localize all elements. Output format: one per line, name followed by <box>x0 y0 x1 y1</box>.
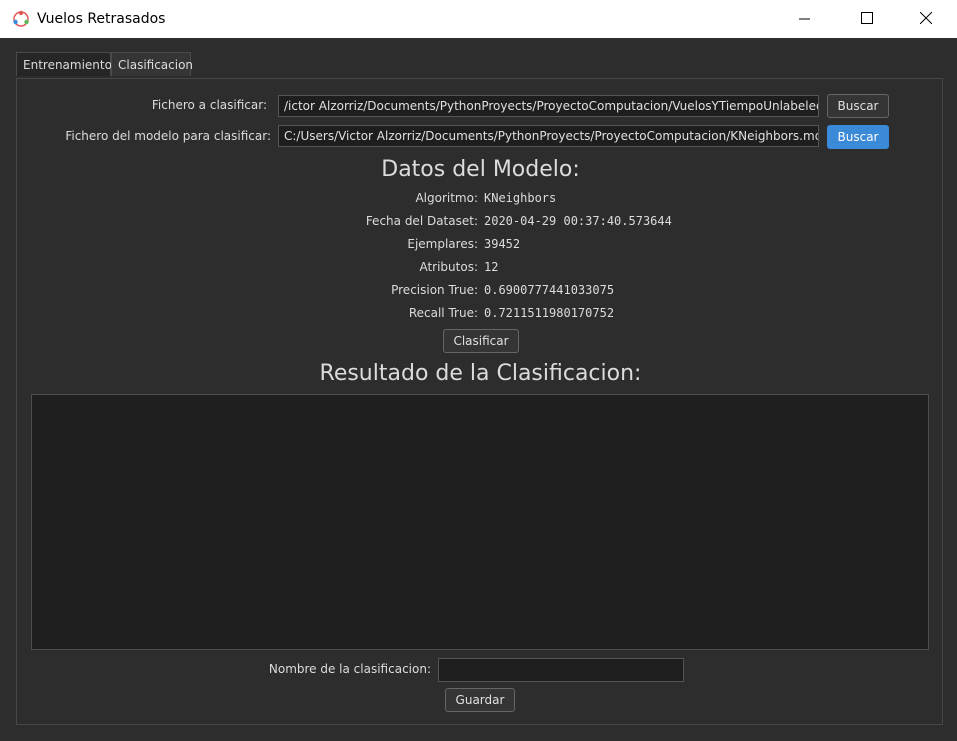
info-value: 39452 <box>484 237 521 251</box>
info-row-attributes: Atributos: 12 <box>17 260 944 278</box>
info-value: 0.7211511980170752 <box>484 306 615 320</box>
classification-panel: Fichero a clasificar: /ictor Alzorriz/Do… <box>16 78 943 725</box>
info-value: 0.6900777441033075 <box>484 283 615 297</box>
info-value: 2020-04-29 00:37:40.573644 <box>484 214 672 228</box>
model-file-input[interactable]: C:/Users/Victor Alzorriz/Documents/Pytho… <box>278 125 819 147</box>
classify-button[interactable]: Clasificar <box>443 329 519 353</box>
info-row-recall: Recall True: 0.7211511980170752 <box>17 306 944 324</box>
result-heading: Resultado de la Clasificacion: <box>319 361 642 386</box>
tab-entrenamiento[interactable]: Entrenamiento <box>16 52 112 76</box>
model-file-label: Fichero del modelo para clasificar: <box>65 129 271 143</box>
info-label: Ejemplares: <box>407 237 478 251</box>
classify-file-label: Fichero a clasificar: <box>151 98 267 112</box>
title-bar: Vuelos Retrasados <box>0 0 957 38</box>
info-label: Recall True: <box>408 306 478 320</box>
close-button[interactable] <box>904 0 950 38</box>
model-data-heading: Datos del Modelo: <box>381 157 580 182</box>
maximize-icon <box>861 12 873 24</box>
info-value: KNeighbors <box>484 191 557 205</box>
classification-name-label: Nombre de la clasificacion: <box>268 662 431 676</box>
app-icon <box>12 10 30 28</box>
info-label: Fecha del Dataset: <box>365 214 478 228</box>
info-label: Algoritmo: <box>415 191 478 205</box>
info-row-samples: Ejemplares: 39452 <box>17 237 944 255</box>
window-title: Vuelos Retrasados <box>37 11 166 27</box>
browse-classify-button[interactable]: Buscar <box>827 94 889 118</box>
minimize-button[interactable] <box>783 0 829 38</box>
tab-clasificacion[interactable]: Clasificacion <box>111 52 193 76</box>
close-icon <box>920 12 932 24</box>
info-row-dataset-date: Fecha del Dataset: 2020-04-29 00:37:40.5… <box>17 214 944 232</box>
info-value: 12 <box>484 260 499 274</box>
info-row-algorithm: Algoritmo: KNeighbors <box>17 191 944 209</box>
info-label: Precision True: <box>391 283 478 297</box>
window-content: Entrenamiento Clasificacion Fichero a cl… <box>0 38 957 741</box>
classification-name-input[interactable] <box>438 658 684 682</box>
minimize-icon <box>799 18 810 20</box>
save-button[interactable]: Guardar <box>445 688 515 712</box>
browse-model-button[interactable]: Buscar <box>827 125 889 149</box>
classify-file-input[interactable]: /ictor Alzorriz/Documents/PythonProyects… <box>278 95 819 117</box>
info-label: Atributos: <box>419 260 478 274</box>
maximize-button[interactable] <box>845 0 891 38</box>
info-row-precision: Precision True: 0.6900777441033075 <box>17 283 944 301</box>
result-area[interactable] <box>31 394 929 650</box>
